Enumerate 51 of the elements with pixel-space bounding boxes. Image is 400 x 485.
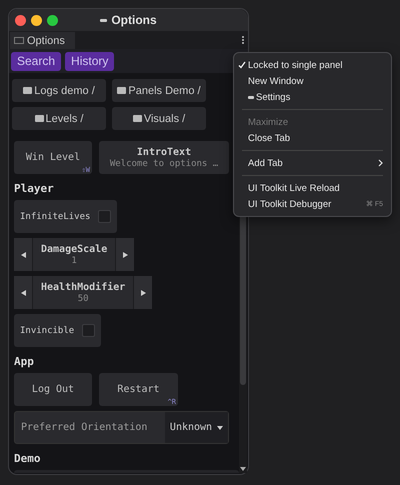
toggle-label: InfiniteLives [20,212,90,222]
menu-item[interactable]: Close Tab [248,132,290,144]
field-label: HealthModifier [41,282,126,292]
minimize-button[interactable] [31,14,42,26]
section-heading: App [14,355,35,368]
left-arrow-icon [20,290,26,296]
dropdown[interactable]: Unknown [165,412,228,443]
folder-button[interactable]: Panels Demo / [112,79,206,102]
checkbox[interactable] [98,210,112,223]
folder-icon [23,87,32,94]
left-arrow-icon [20,252,26,258]
zoom-button[interactable] [47,14,58,26]
increment-button[interactable] [115,238,134,271]
keyboard-icon [14,37,24,44]
field-label: DamageScale [41,244,108,254]
right-arrow-icon [140,290,146,296]
decrement-button[interactable] [14,238,33,271]
section-heading: Demo [14,452,42,465]
close-button[interactable] [15,14,26,26]
folder-button[interactable]: Levels / [12,107,106,130]
field-value: 1 [71,256,77,266]
folder-icon [132,115,142,122]
folder-button[interactable]: Visuals / [112,107,206,130]
field-label: IntroText [136,146,192,158]
folder-button[interactable]: Logs demo / [12,79,106,102]
field-value: 50 [78,294,89,304]
folder-icon [117,87,126,94]
menu-item[interactable]: New Window [248,76,304,86]
toolbar-button[interactable]: History [65,52,114,70]
menu-item[interactable]: Locked to single panel [248,60,343,70]
right-arrow-icon [122,252,128,258]
menu-item[interactable]: UI Toolkit Debugger [248,198,332,210]
menu-item[interactable]: Settings [256,92,290,102]
toggle-label: Invincible [20,326,74,336]
menu-item[interactable]: Add Tab [248,158,283,168]
text-field[interactable]: IntroText Welcome to options … [99,141,229,174]
tab[interactable]: Options [10,32,75,49]
increment-button[interactable] [133,276,152,309]
menu-item: Maximize [248,116,288,128]
folder-icon [34,115,44,122]
checkbox[interactable] [82,324,96,337]
decrement-button[interactable] [14,276,33,309]
section-heading: Player [14,182,55,195]
scroll-down-icon[interactable] [240,467,246,471]
dropdown-label: Preferred Orientation [20,422,148,433]
action-button[interactable]: Log Out [14,373,92,406]
toolbar-button[interactable]: Search [11,52,62,70]
menu-item[interactable]: UI Toolkit Live Reload [248,182,340,194]
window-title: Options [111,13,157,27]
window-icon [100,18,108,22]
caret-icon [217,426,224,430]
